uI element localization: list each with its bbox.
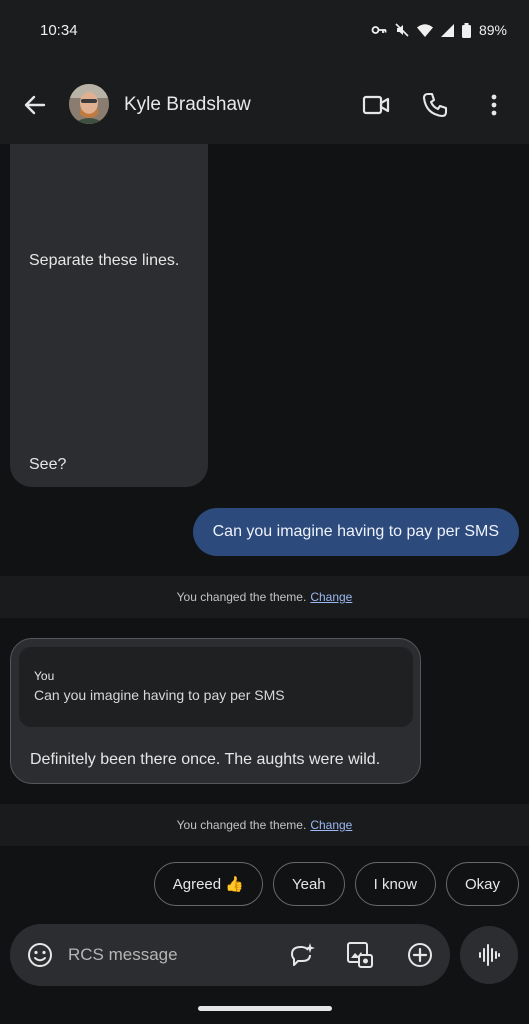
attach-media-button[interactable] (345, 940, 375, 970)
quoted-message[interactable]: You Can you imagine having to pay per SM… (19, 647, 413, 727)
ai-compose-button[interactable] (287, 940, 317, 970)
wifi-icon (416, 23, 433, 37)
voice-message-button[interactable] (460, 926, 518, 984)
message-text: Separate these lines. (29, 252, 180, 269)
message-text: See? (29, 456, 67, 473)
outgoing-message-bubble[interactable]: Can you imagine having to pay per SMS (192, 508, 519, 556)
system-message: You changed the theme. Change (0, 804, 529, 846)
compose-bar (10, 924, 450, 986)
emoji-icon (28, 943, 52, 967)
smart-reply-chip[interactable]: Okay (445, 862, 519, 906)
message-text: Definitely been there once. The aughts w… (30, 751, 381, 768)
gallery-icon (347, 942, 373, 968)
mute-icon (395, 23, 409, 37)
contact-name[interactable]: Kyle Bradshaw (124, 94, 251, 116)
signal-icon (440, 23, 454, 37)
message-input[interactable] (68, 942, 268, 968)
smart-reply-chip[interactable]: I know (354, 862, 436, 906)
status-bar: 10:34 89% (0, 0, 529, 64)
message-thread[interactable]: Separate these lines. See? Can you imagi… (0, 144, 529, 904)
add-icon (408, 943, 432, 967)
ai-sparkle-icon (291, 943, 315, 966)
incoming-reply-bubble[interactable]: You Can you imagine having to pay per SM… (10, 638, 421, 784)
message-text: Can you imagine having to pay per SMS (212, 523, 499, 540)
back-button[interactable] (20, 90, 50, 120)
smart-reply-suggestions: Agreed 👍 Yeah I know Okay (153, 862, 519, 906)
quoted-author: You (34, 669, 55, 683)
system-message-text: You changed the theme. (176, 818, 307, 832)
voice-icon (479, 944, 500, 966)
smart-reply-chip[interactable]: Yeah (272, 862, 345, 906)
system-message: You changed the theme. Change (0, 576, 529, 618)
system-message-text: You changed the theme. (176, 590, 307, 604)
battery-icon (461, 22, 471, 38)
change-theme-link[interactable]: Change (310, 590, 352, 604)
status-icons: 89% (371, 22, 507, 38)
vpn-key-icon (371, 24, 387, 36)
add-attachment-button[interactable] (405, 940, 435, 970)
battery-percentage: 89% (478, 22, 507, 38)
incoming-message-bubble[interactable]: Separate these lines. See? (10, 144, 208, 487)
smart-reply-chip[interactable]: Agreed 👍 (153, 862, 263, 906)
quoted-text: Can you imagine having to pay per SMS (34, 687, 285, 703)
status-time: 10:34 (40, 22, 78, 39)
phone-call-button[interactable] (420, 90, 450, 120)
avatar[interactable] (69, 84, 109, 124)
more-options-button[interactable] (479, 90, 509, 120)
back-arrow-icon (24, 95, 46, 115)
gesture-nav-handle[interactable] (198, 1006, 332, 1011)
change-theme-link[interactable]: Change (310, 818, 352, 832)
phone-icon (422, 92, 448, 118)
video-call-button[interactable] (361, 90, 391, 120)
video-call-icon (362, 95, 390, 115)
more-vert-icon (491, 94, 497, 116)
emoji-button[interactable] (26, 941, 54, 969)
